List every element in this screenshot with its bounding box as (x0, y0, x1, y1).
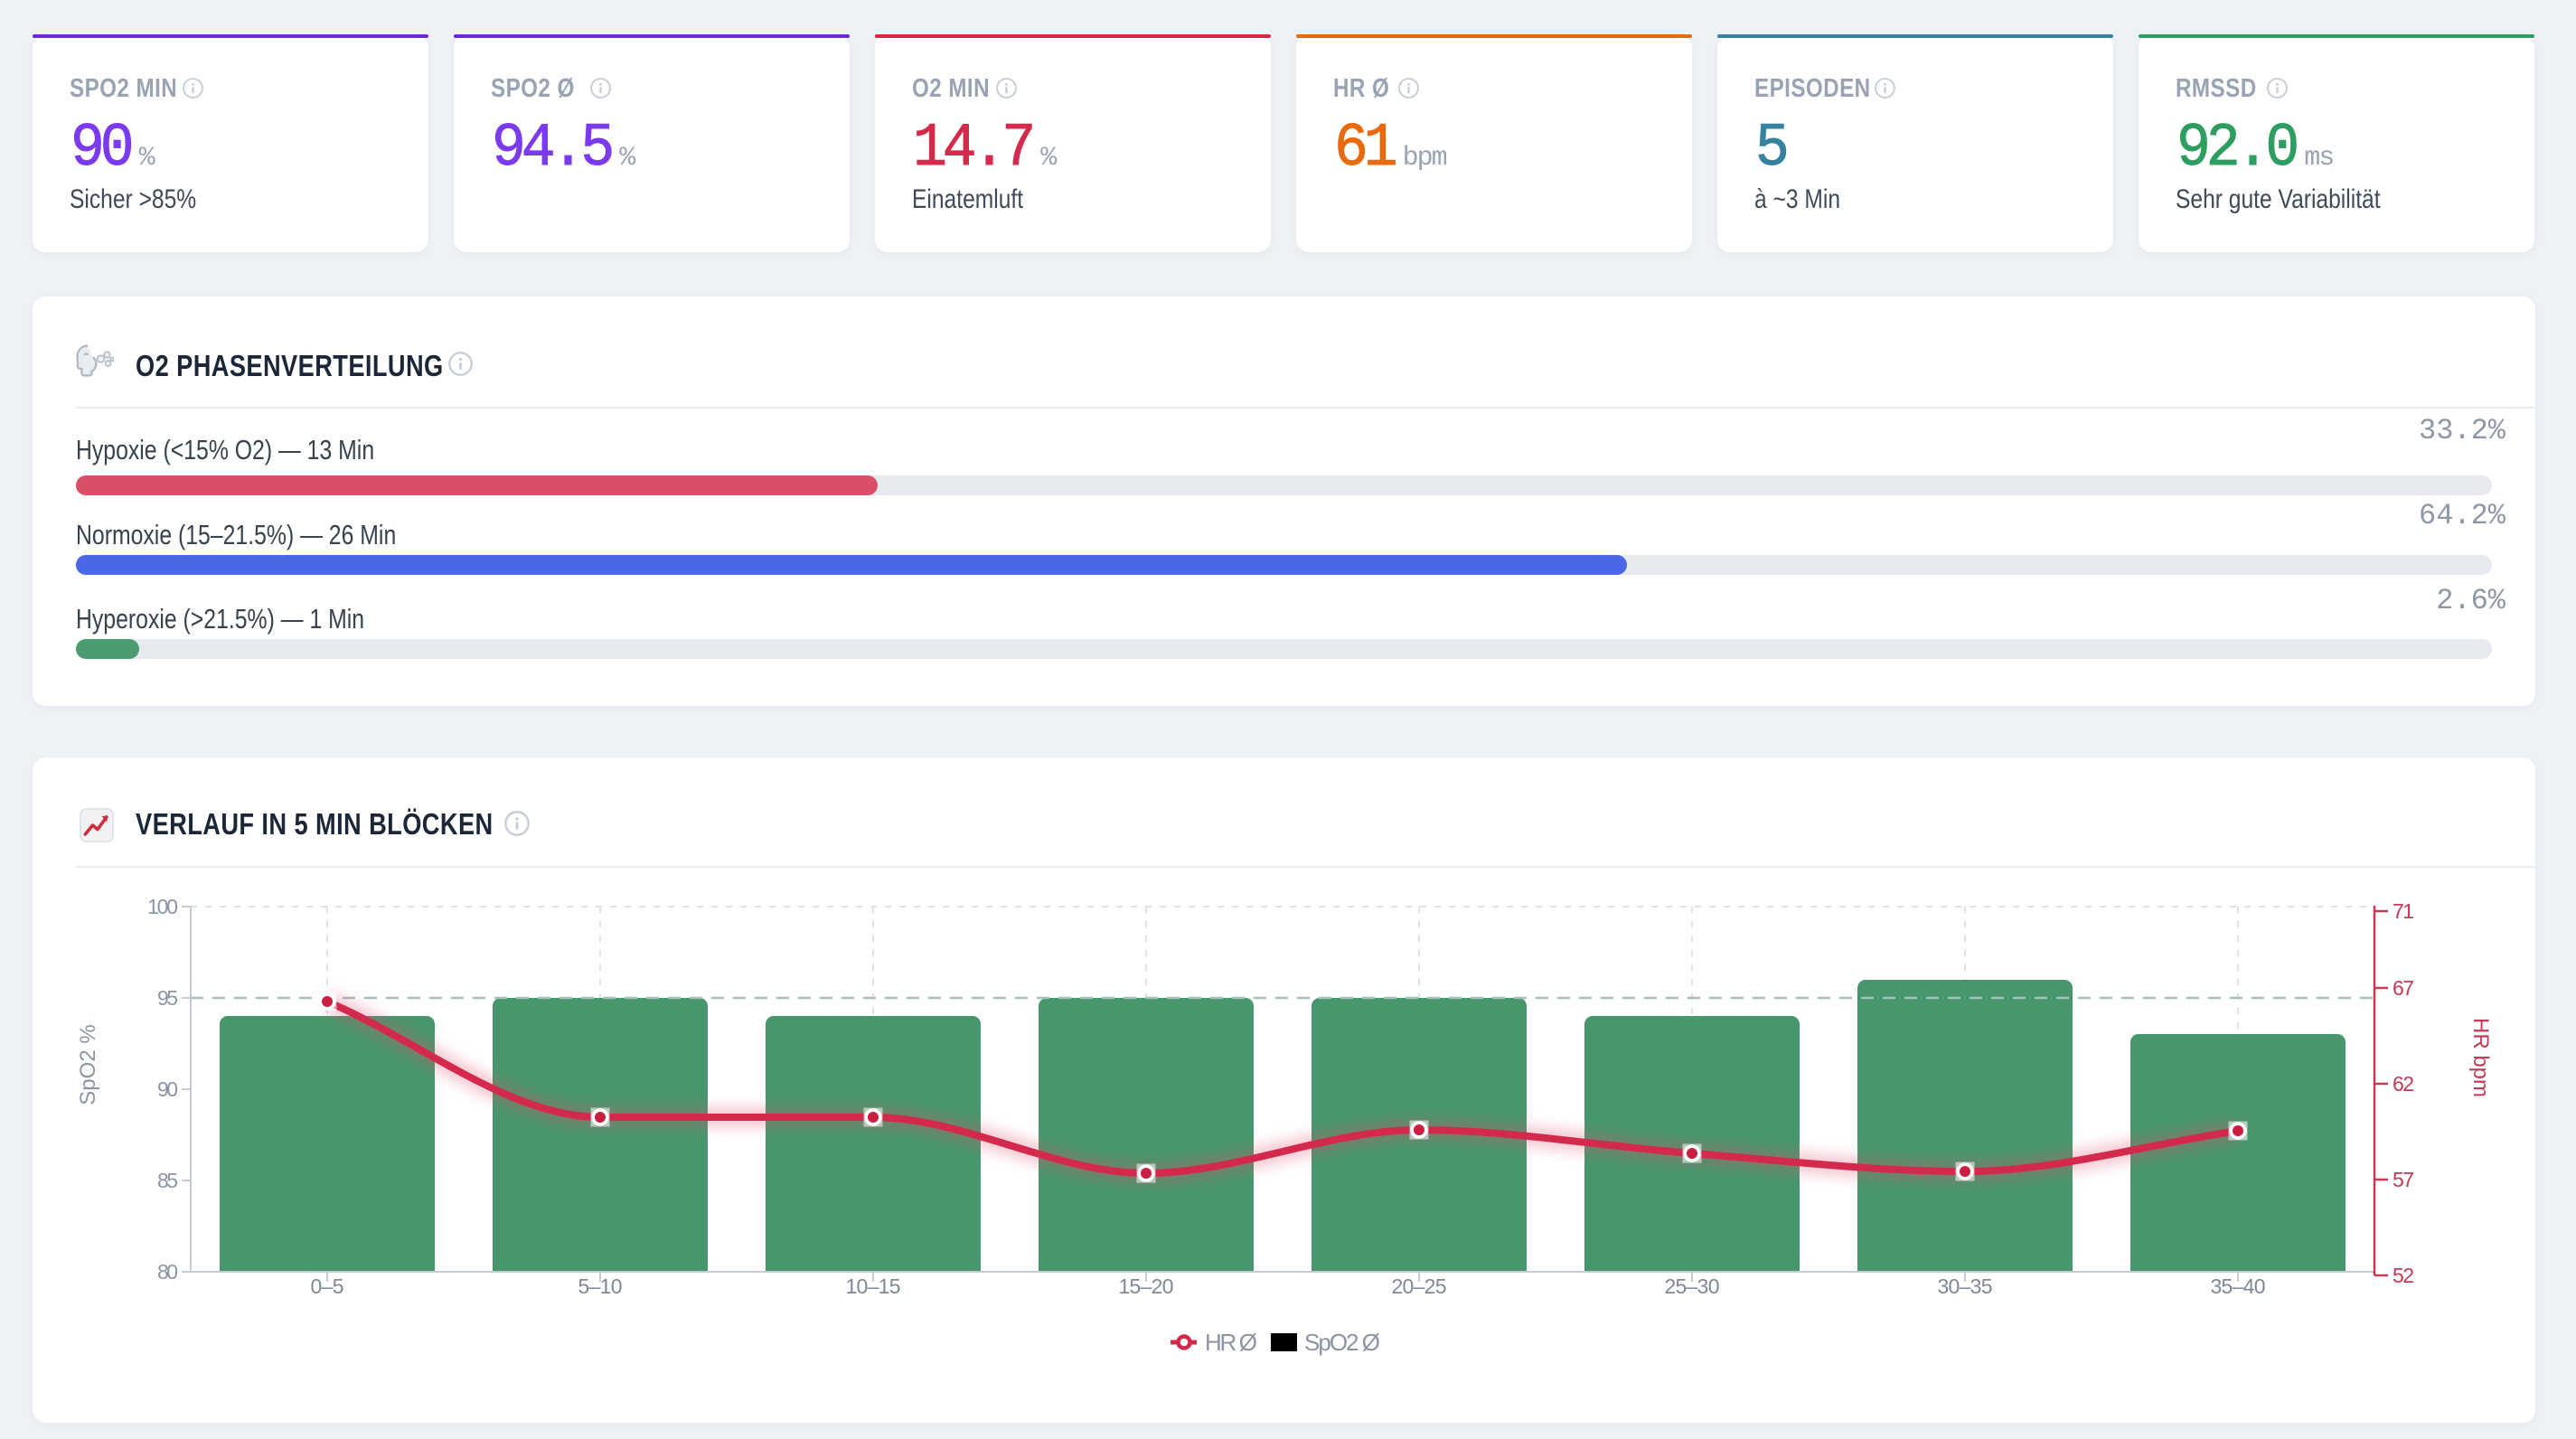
svg-text:5–10: 5–10 (578, 1274, 623, 1298)
svg-text:95: 95 (157, 986, 178, 1010)
svg-text:30–35: 30–35 (1938, 1274, 1993, 1298)
svg-text:0–5: 0–5 (311, 1274, 344, 1298)
svg-text:35–40: 35–40 (2211, 1274, 2266, 1298)
svg-text:20–25: 20–25 (1392, 1274, 1447, 1298)
svg-text:71: 71 (2393, 899, 2414, 923)
svg-text:62: 62 (2393, 1072, 2414, 1096)
svg-text:85: 85 (157, 1169, 178, 1192)
svg-text:SpO2 Ø: SpO2 Ø (1304, 1329, 1380, 1356)
svg-text:HR Ø: HR Ø (1205, 1329, 1257, 1356)
svg-text:52: 52 (2393, 1264, 2414, 1287)
svg-text:10–15: 10–15 (846, 1274, 901, 1298)
svg-text:100: 100 (147, 895, 178, 918)
svg-text:80: 80 (157, 1260, 178, 1284)
svg-text:HR bpm: HR bpm (2468, 1018, 2493, 1097)
svg-text:90: 90 (157, 1077, 178, 1101)
svg-text:SpO2 %: SpO2 % (76, 1024, 100, 1105)
svg-text:15–20: 15–20 (1119, 1274, 1174, 1298)
svg-text:57: 57 (2393, 1168, 2414, 1191)
svg-text:67: 67 (2393, 976, 2414, 1000)
svg-text:25–30: 25–30 (1665, 1274, 1720, 1298)
